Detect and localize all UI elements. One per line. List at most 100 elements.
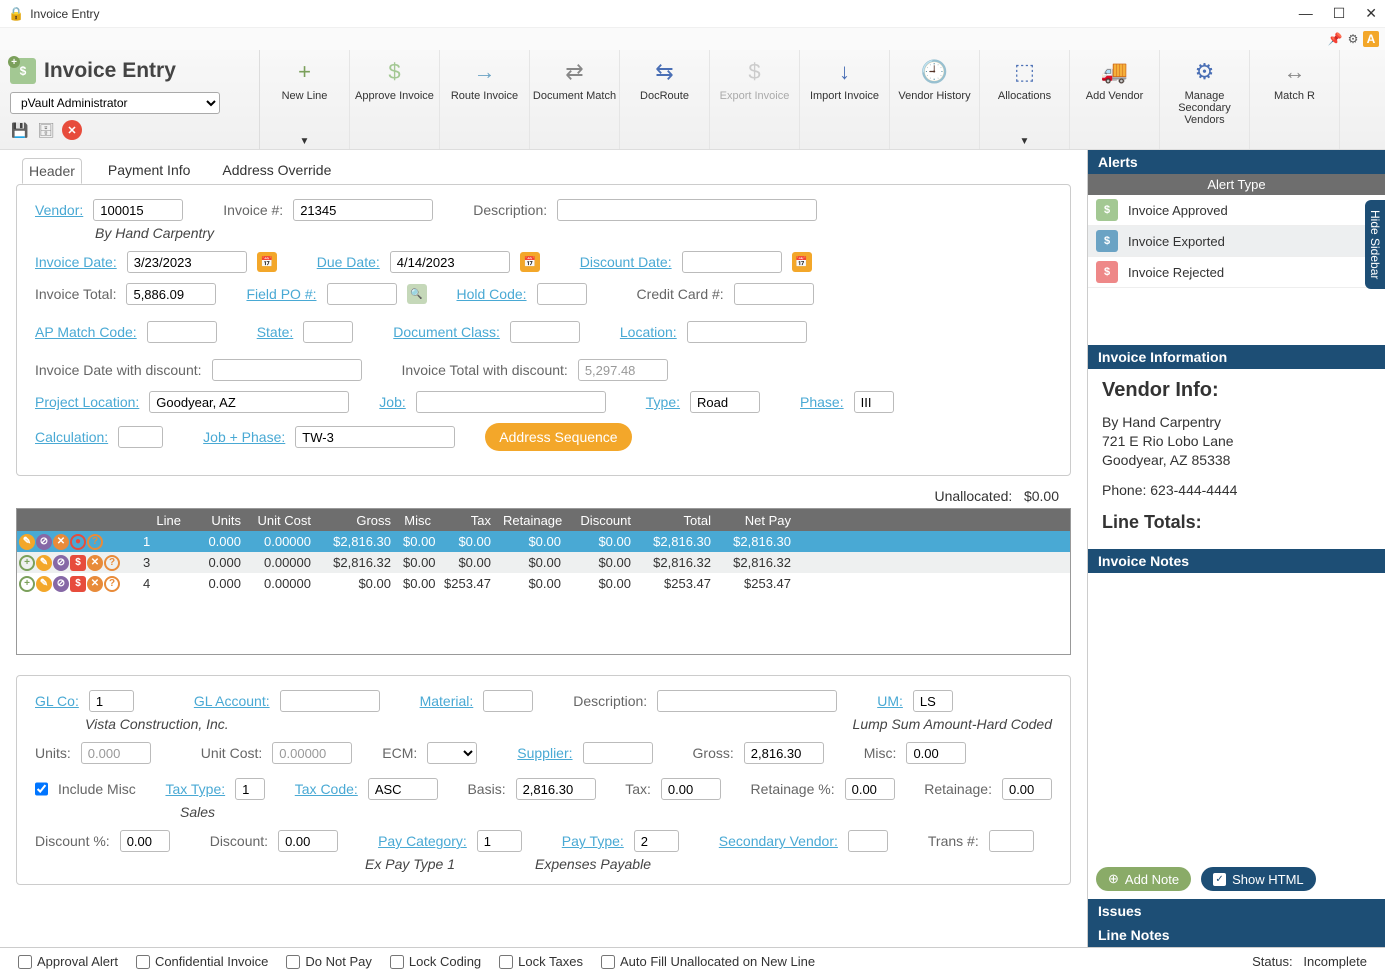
cancel-icon[interactable]: ✕ <box>62 120 82 140</box>
description-input[interactable] <box>557 199 817 221</box>
alert-row[interactable]: $Invoice Exported <box>1088 226 1385 257</box>
detail-unitcost-input[interactable] <box>272 742 352 764</box>
close-button[interactable]: ✕ <box>1365 5 1377 22</box>
help-icon[interactable]: A <box>1363 31 1379 47</box>
secvendor-label[interactable]: Secondary Vendor: <box>719 833 838 849</box>
job-phase-label[interactable]: Job + Phase: <box>203 429 285 445</box>
save-icon[interactable]: 💾 <box>10 120 30 140</box>
hold-code-input[interactable] <box>537 283 587 305</box>
footer-opt-auto-fill-unallocated-on-new-line[interactable]: Auto Fill Unallocated on New Line <box>601 954 815 969</box>
discount-date-cal-icon[interactable]: 📅 <box>792 252 812 272</box>
footer-opt-lock-coding[interactable]: Lock Coding <box>390 954 481 969</box>
basis-input[interactable] <box>516 778 596 800</box>
settings-icon[interactable]: ⚙ <box>1345 31 1361 47</box>
retpct-input[interactable] <box>845 778 895 800</box>
discount-date-label[interactable]: Discount Date: <box>580 254 672 270</box>
table-row[interactable]: ✎⊘✕●?10.0000.00000$2,816.30$0.00$0.00$0.… <box>17 531 1070 552</box>
vendor-label[interactable]: Vendor: <box>35 202 83 218</box>
paytype-label[interactable]: Pay Type: <box>562 833 624 849</box>
alert-row[interactable]: $Invoice Rejected <box>1088 257 1385 288</box>
field-po-label[interactable]: Field PO #: <box>246 286 316 302</box>
ribbon-import-invoice[interactable]: ↓Import Invoice <box>800 50 890 149</box>
ribbon-new-line[interactable]: +New Line▼ <box>260 50 350 149</box>
issues-header[interactable]: Issues <box>1088 899 1385 923</box>
ribbon-match-r[interactable]: ↔Match R <box>1250 50 1340 149</box>
user-select[interactable]: pVault Administrator <box>10 92 220 114</box>
table-row[interactable]: +✎⊘$✕?40.0000.00000$0.00$0.00$253.47$0.0… <box>17 573 1070 594</box>
state-label[interactable]: State: <box>257 324 294 340</box>
doc-class-label[interactable]: Document Class: <box>393 324 500 340</box>
paycat-label[interactable]: Pay Category: <box>378 833 467 849</box>
job-input[interactable] <box>416 391 606 413</box>
due-date-cal-icon[interactable]: 📅 <box>520 252 540 272</box>
footer-opt-confidential-invoice[interactable]: Confidential Invoice <box>136 954 268 969</box>
taxcode-label[interactable]: Tax Code: <box>295 781 358 797</box>
invoice-num-input[interactable] <box>293 199 433 221</box>
um-input[interactable] <box>913 690 953 712</box>
hide-sidebar-button[interactable]: Hide Sidebar <box>1365 200 1385 289</box>
footer-opt-lock-taxes[interactable]: Lock Taxes <box>499 954 583 969</box>
type-input[interactable] <box>690 391 760 413</box>
proj-loc-label[interactable]: Project Location: <box>35 394 139 410</box>
tab-address-override[interactable]: Address Override <box>216 158 337 184</box>
calc-input[interactable] <box>118 426 163 448</box>
ribbon-allocations[interactable]: ⬚Allocations▼ <box>980 50 1070 149</box>
taxcode-input[interactable] <box>368 778 438 800</box>
alert-row[interactable]: $Invoice Approved <box>1088 195 1385 226</box>
add-note-button[interactable]: ⊕Add Note <box>1096 867 1191 891</box>
paytype-input[interactable] <box>634 830 679 852</box>
show-html-button[interactable]: ✓Show HTML <box>1201 867 1316 891</box>
footer-opt-approval-alert[interactable]: Approval Alert <box>18 954 118 969</box>
ret-input[interactable] <box>1002 778 1052 800</box>
misc-input[interactable] <box>906 742 966 764</box>
credit-card-input[interactable] <box>734 283 814 305</box>
field-po-lookup-icon[interactable]: 🔍 <box>407 284 427 304</box>
invoice-total-input[interactable] <box>126 283 216 305</box>
gross-input[interactable] <box>744 742 824 764</box>
invoice-date-label[interactable]: Invoice Date: <box>35 254 117 270</box>
tab-header[interactable]: Header <box>22 158 82 184</box>
vendor-input[interactable] <box>93 199 183 221</box>
ap-match-label[interactable]: AP Match Code: <box>35 324 137 340</box>
minimize-button[interactable]: — <box>1299 5 1313 22</box>
ribbon-add-vendor[interactable]: 🚚Add Vendor <box>1070 50 1160 149</box>
field-po-input[interactable] <box>327 283 397 305</box>
glco-label[interactable]: GL Co: <box>35 693 79 709</box>
footer-opt-do-not-pay[interactable]: Do Not Pay <box>286 954 371 969</box>
taxtype-input[interactable] <box>235 778 265 800</box>
ribbon-route-invoice[interactable]: →Route Invoice <box>440 50 530 149</box>
trans-input[interactable] <box>989 830 1034 852</box>
table-row[interactable]: +✎⊘$✕?30.0000.00000$2,816.32$0.00$0.00$0… <box>17 552 1070 573</box>
detail-units-input[interactable] <box>81 742 151 764</box>
ribbon-document-match[interactable]: ⇄Document Match <box>530 50 620 149</box>
disc-input[interactable] <box>278 830 338 852</box>
notes-area[interactable] <box>1088 573 1385 859</box>
ribbon-vendor-history[interactable]: 🕘Vendor History <box>890 50 980 149</box>
ecm-select[interactable] <box>427 742 477 764</box>
material-input[interactable] <box>483 690 533 712</box>
location-label[interactable]: Location: <box>620 324 677 340</box>
job-phase-input[interactable] <box>295 426 455 448</box>
glacct-label[interactable]: GL Account: <box>194 693 270 709</box>
ap-match-input[interactable] <box>147 321 217 343</box>
doc-class-input[interactable] <box>510 321 580 343</box>
material-label[interactable]: Material: <box>420 693 474 709</box>
due-date-label[interactable]: Due Date: <box>317 254 380 270</box>
phase-input[interactable] <box>854 391 894 413</box>
supplier-label[interactable]: Supplier: <box>517 745 572 761</box>
glco-input[interactable] <box>89 690 134 712</box>
due-date-input[interactable] <box>390 251 510 273</box>
tax-input[interactable] <box>661 778 721 800</box>
tab-payment-info[interactable]: Payment Info <box>102 158 197 184</box>
invoice-date-cal-icon[interactable]: 📅 <box>257 252 277 272</box>
state-input[interactable] <box>303 321 353 343</box>
detail-desc-input[interactable] <box>657 690 837 712</box>
pin-icon[interactable]: 📌 <box>1327 31 1343 47</box>
proj-loc-input[interactable] <box>149 391 349 413</box>
address-sequence-button[interactable]: Address Sequence <box>485 423 631 451</box>
maximize-button[interactable]: ☐ <box>1333 5 1346 22</box>
calc-label[interactable]: Calculation: <box>35 429 108 445</box>
glacct-input[interactable] <box>280 690 380 712</box>
include-misc-checkbox[interactable] <box>35 782 48 796</box>
paycat-input[interactable] <box>477 830 522 852</box>
